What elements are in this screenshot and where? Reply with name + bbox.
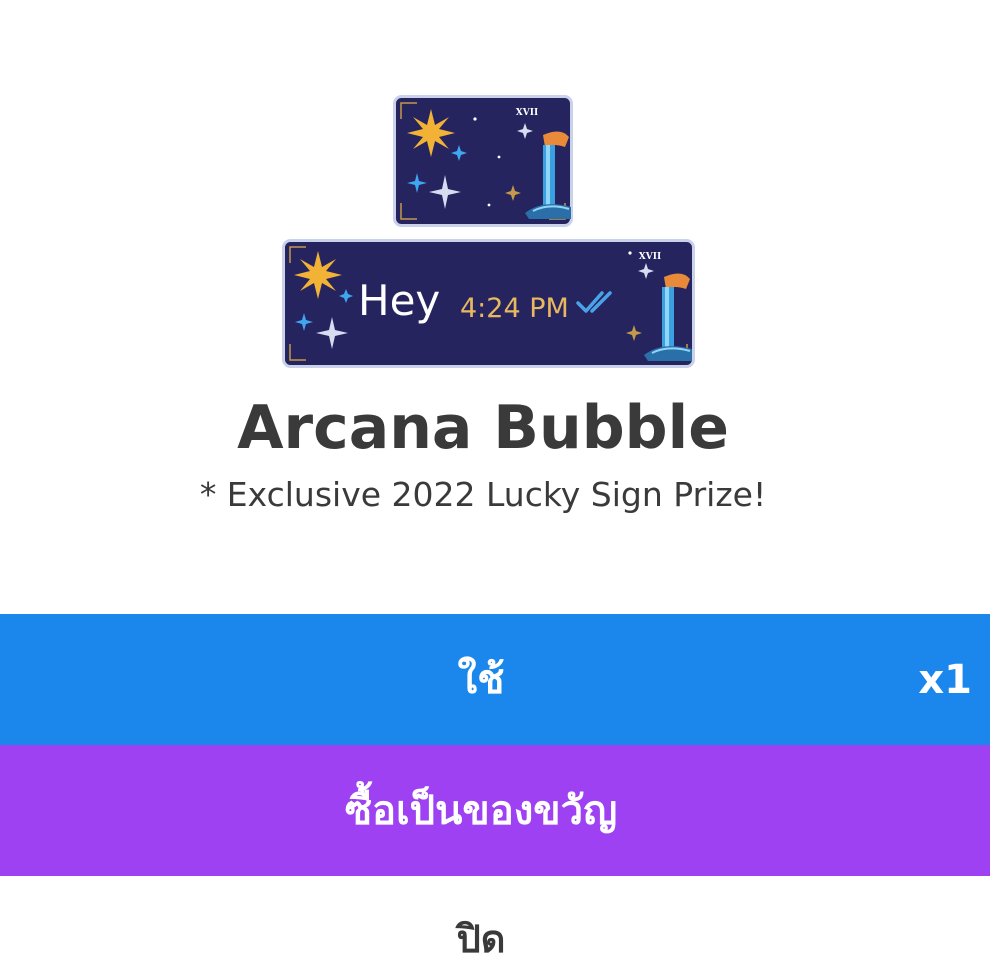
quantity-badge: x1: [918, 656, 972, 703]
svg-text:4:24 PM: 4:24 PM: [460, 293, 569, 324]
gift-button-label: ซื้อเป็นของขวัญ: [344, 787, 618, 834]
close-button-label: ปิด: [456, 917, 506, 954]
item-subtitle: * Exclusive 2022 Lucky Sign Prize!: [199, 475, 767, 514]
bubble-preview-small: XVII: [393, 95, 573, 227]
use-button[interactable]: ใช้ x1: [0, 614, 990, 745]
svg-text:XVII: XVII: [639, 252, 661, 262]
item-title: Arcana Bubble: [237, 393, 729, 463]
buy-as-gift-button[interactable]: ซื้อเป็นของขวัญ: [0, 745, 990, 876]
bubble-preview-message: Hey 4:24 PM XVII: [282, 239, 695, 368]
svg-text:Hey: Hey: [358, 276, 440, 325]
use-button-label: ใช้: [457, 656, 505, 703]
svg-text:XVII: XVII: [516, 108, 538, 118]
close-button[interactable]: ปิด: [0, 876, 990, 954]
